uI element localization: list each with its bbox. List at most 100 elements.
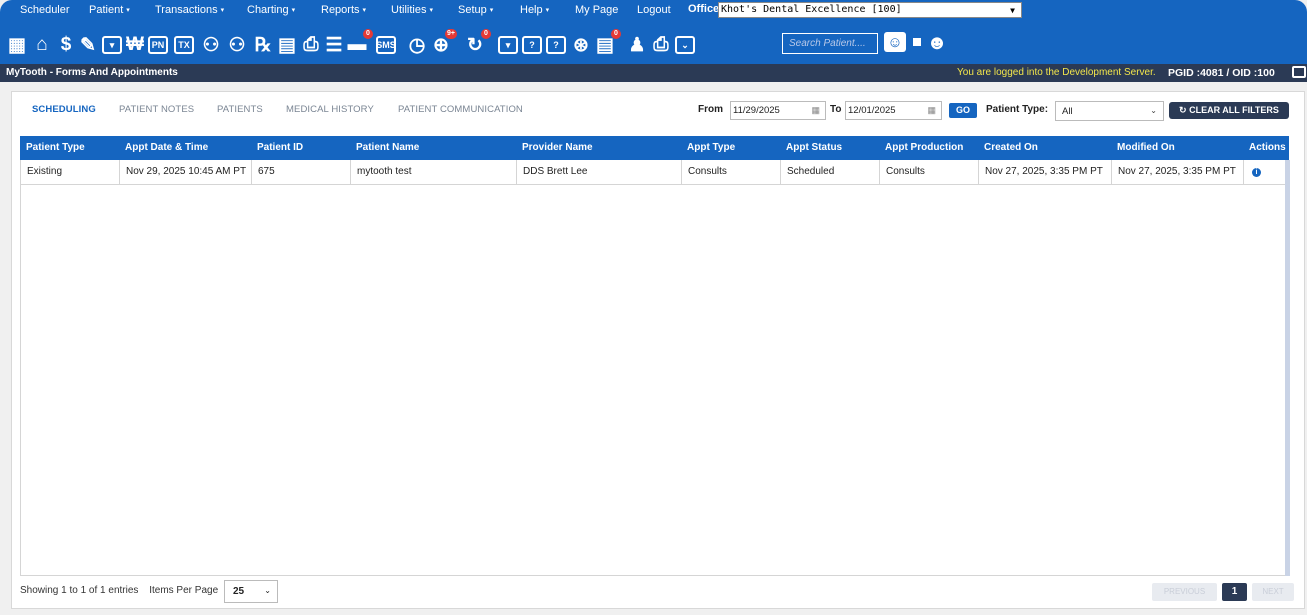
- th-modified-on[interactable]: Modified On: [1117, 142, 1175, 153]
- printer-icon[interactable]: ⎙: [650, 34, 672, 56]
- th-actions: Actions: [1249, 142, 1286, 153]
- add-user-alt-icon[interactable]: ⚇: [226, 34, 248, 56]
- cell-created-on: Nov 27, 2025, 3:35 PM PT: [979, 160, 1112, 184]
- calendar-icon: ▦: [927, 105, 936, 115]
- go-button[interactable]: GO: [949, 103, 977, 118]
- menu-reports[interactable]: Reports ▾: [321, 4, 366, 16]
- sms-icon[interactable]: SMS: [376, 36, 396, 54]
- rx-icon[interactable]: ℞: [252, 34, 274, 56]
- menu-transactions[interactable]: Transactions ▾: [155, 4, 224, 16]
- items-per-page-select[interactable]: 25 ⌄: [224, 580, 278, 603]
- office-select-value: Khot's Dental Excellence [100]: [721, 4, 902, 15]
- clock-icon[interactable]: ◷: [406, 34, 428, 56]
- search-placeholder: Search Patient....: [789, 38, 866, 49]
- user-search-icon[interactable]: ☺: [884, 32, 906, 52]
- search-patient-input[interactable]: Search Patient....: [782, 33, 878, 54]
- message-icon[interactable]: ▤: [276, 34, 298, 56]
- refresh-badge-icon[interactable]: ↻ 0: [464, 29, 491, 56]
- chevron-down-icon: ⌄: [1150, 106, 1157, 115]
- top-navigation-bar: Scheduler Patient ▾ Transactions ▾ Chartin…: [0, 0, 1307, 64]
- user-group-icon[interactable]: ☻: [926, 32, 948, 54]
- tooth-chart-icon[interactable]: ₩: [124, 34, 146, 56]
- office-select[interactable]: Khot's Dental Excellence [100] ▼: [718, 2, 1022, 18]
- tab-patients[interactable]: PATIENTS: [217, 104, 263, 115]
- pgid-oid-label: PGID :4081 / OID :100: [1168, 67, 1275, 79]
- th-provider-name[interactable]: Provider Name: [522, 142, 593, 153]
- table-body-empty-area: [20, 185, 1285, 576]
- menu-logout[interactable]: Logout: [637, 4, 671, 16]
- cell-appt-production: Consults: [880, 160, 979, 184]
- tab-patient-communication[interactable]: PATIENT COMMUNICATION: [398, 104, 523, 115]
- globe-badge-icon[interactable]: ⊕ 9+: [430, 29, 457, 56]
- main-menu: Scheduler Patient ▾ Transactions ▾ Chartin…: [0, 0, 1307, 20]
- to-label: To: [830, 104, 842, 115]
- th-created-on[interactable]: Created On: [984, 142, 1038, 153]
- info-icon[interactable]: i: [1252, 168, 1261, 177]
- globe-settings-icon[interactable]: ⊛: [570, 34, 592, 56]
- home-icon[interactable]: ⌂: [31, 34, 53, 56]
- th-patient-type[interactable]: Patient Type: [26, 142, 85, 153]
- notes-icon[interactable]: ✎: [77, 34, 99, 56]
- sms-label: SMS: [376, 40, 396, 50]
- th-patient-name[interactable]: Patient Name: [356, 142, 419, 153]
- refresh-icon: ↻: [1179, 105, 1187, 115]
- family-icon[interactable]: ♟: [626, 34, 648, 56]
- document-list-icon[interactable]: ☰: [323, 34, 345, 56]
- from-date-value: 11/29/2025: [733, 105, 780, 116]
- add-user-icon[interactable]: ⚇: [200, 34, 222, 56]
- pn-icon[interactable]: PN: [148, 36, 168, 54]
- cell-patient-type: Existing: [21, 160, 120, 184]
- th-appt-date-time[interactable]: Appt Date & Time: [125, 142, 208, 153]
- patient-type-value: All: [1062, 106, 1073, 117]
- print-icon[interactable]: ⎙: [300, 34, 322, 56]
- clear-all-filters-button[interactable]: ↻ CLEAR ALL FILTERS: [1169, 102, 1289, 119]
- from-label: From: [698, 104, 723, 115]
- previous-page-button[interactable]: PREVIOUS: [1152, 583, 1217, 601]
- tooth-box-3-icon[interactable]: ?: [546, 36, 566, 54]
- menu-setup[interactable]: Setup ▾: [458, 4, 493, 16]
- th-appt-type[interactable]: Appt Type: [687, 142, 735, 153]
- patient-type-label: Patient Type:: [986, 104, 1049, 115]
- dollar-icon[interactable]: $: [55, 34, 77, 56]
- refresh-badge: 0: [481, 29, 491, 39]
- to-date-input[interactable]: 12/01/2025 ▦: [845, 101, 942, 120]
- table-row[interactable]: Existing Nov 29, 2025 10:45 AM PT 675 my…: [20, 160, 1286, 185]
- th-patient-id[interactable]: Patient ID: [257, 142, 303, 153]
- menu-charting[interactable]: Charting ▾: [247, 4, 295, 16]
- tab-patient-notes[interactable]: PATIENT NOTES: [119, 104, 194, 115]
- th-appt-production[interactable]: Appt Production: [885, 142, 963, 153]
- cell-appt-status: Scheduled: [781, 160, 880, 184]
- menu-patient[interactable]: Patient ▾: [89, 4, 130, 16]
- th-appt-status[interactable]: Appt Status: [786, 142, 842, 153]
- calendar-icon[interactable]: ▦: [6, 34, 28, 56]
- chevron-down-box-icon[interactable]: ⌄: [675, 36, 695, 54]
- table-header: Patient Type Appt Date & Time Patient ID…: [20, 136, 1289, 160]
- page-1-button[interactable]: 1: [1222, 583, 1247, 601]
- patient-type-select[interactable]: All ⌄: [1055, 101, 1164, 121]
- menu-scheduler[interactable]: Scheduler: [20, 4, 70, 16]
- document-badge-icon[interactable]: ▤ 0: [594, 29, 621, 56]
- tooth-box-icon[interactable]: ▾: [498, 36, 518, 54]
- table-scrollbar[interactable]: [1285, 160, 1290, 576]
- cell-actions: i: [1244, 160, 1286, 184]
- clear-all-filters-label: CLEAR ALL FILTERS: [1189, 105, 1279, 115]
- globe-badge: 9+: [445, 29, 457, 39]
- menu-my-page[interactable]: My Page: [575, 4, 618, 16]
- chat-badge-icon[interactable]: ▬ 0: [346, 29, 373, 56]
- menu-utilities[interactable]: Utilities ▾: [391, 4, 433, 16]
- tab-medical-history[interactable]: MEDICAL HISTORY: [286, 104, 374, 115]
- tx-icon[interactable]: TX: [174, 36, 194, 54]
- chevron-down-icon: ▼: [1010, 6, 1015, 15]
- cell-appt-date-time: Nov 29, 2025 10:45 AM PT: [120, 160, 252, 184]
- to-date-value: 12/01/2025: [848, 105, 896, 116]
- tab-scheduling[interactable]: SCHEDULING: [32, 104, 96, 115]
- from-date-input[interactable]: 11/29/2025 ▦: [730, 101, 826, 120]
- items-per-page-label: Items Per Page: [149, 585, 219, 596]
- tooth-box-2-icon[interactable]: ?: [522, 36, 542, 54]
- tooth-icon[interactable]: ▾: [102, 36, 122, 54]
- menu-help[interactable]: Help ▾: [520, 4, 549, 16]
- printer-icon[interactable]: [1292, 66, 1306, 78]
- chevron-down-icon: ⌄: [264, 586, 271, 595]
- next-page-button[interactable]: NEXT: [1252, 583, 1294, 601]
- cell-appt-type: Consults: [682, 160, 781, 184]
